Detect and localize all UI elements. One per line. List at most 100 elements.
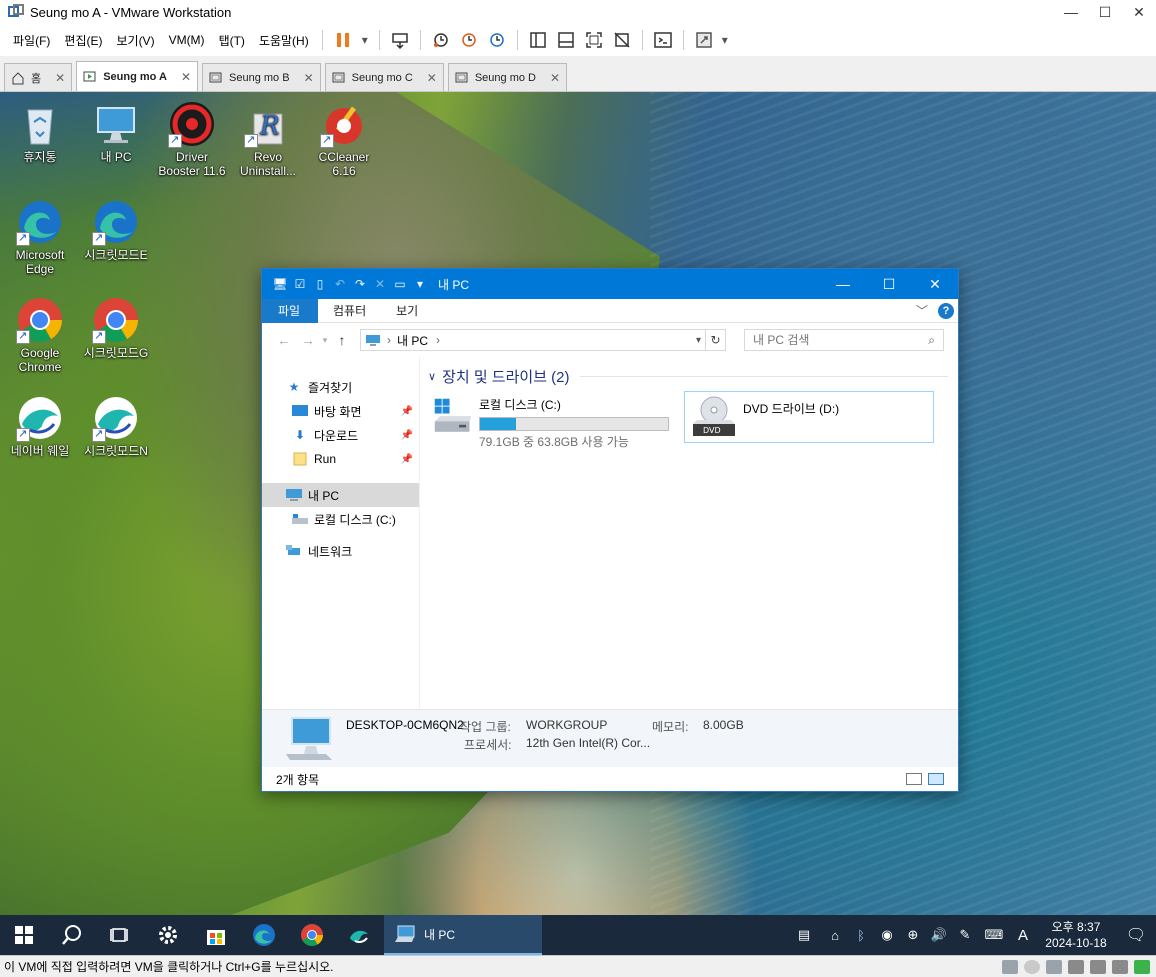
- menu-help[interactable]: 도움말(H): [252, 32, 316, 49]
- delete-icon[interactable]: ✕: [370, 274, 390, 294]
- clock[interactable]: 오후 8:37 2024-10-18: [1036, 919, 1116, 951]
- properties-icon[interactable]: ☑: [290, 274, 310, 294]
- whale-taskbar-button[interactable]: [336, 915, 384, 955]
- close-icon[interactable]: ✕: [427, 71, 437, 85]
- stretch-guest-button[interactable]: [690, 26, 718, 54]
- pin-icon[interactable]: 📌: [401, 430, 413, 441]
- menu-edit[interactable]: 편집(E): [57, 32, 109, 49]
- expand-ribbon-icon[interactable]: ﹀: [916, 302, 928, 319]
- undo-icon[interactable]: ↶: [330, 274, 350, 294]
- minimize-button[interactable]: —: [1054, 0, 1088, 24]
- task-view-button[interactable]: [96, 915, 144, 955]
- close-button[interactable]: ✕: [1122, 0, 1156, 24]
- maximize-button[interactable]: ☐: [1088, 0, 1122, 24]
- hard-disk-icon[interactable]: [1002, 959, 1018, 974]
- fullscreen-button[interactable]: [580, 26, 608, 54]
- nav-downloads[interactable]: ⬇ 다운로드 📌: [262, 423, 419, 447]
- news-widget-icon[interactable]: ▤: [786, 927, 822, 943]
- desktop-icon-this-pc[interactable]: 내 PC: [78, 100, 154, 164]
- menu-tabs[interactable]: 탭(T): [212, 32, 252, 49]
- address-dropdown-icon[interactable]: ▾: [696, 335, 701, 346]
- nav-network[interactable]: 네트워크: [262, 539, 419, 563]
- message-log-icon[interactable]: [1134, 959, 1150, 974]
- back-button[interactable]: ←: [272, 332, 296, 348]
- stretch-dropdown[interactable]: ▾: [718, 26, 732, 54]
- unity-button[interactable]: [608, 26, 636, 54]
- desktop-icon-secret-mode-e[interactable]: 시크릿모드E: [78, 198, 154, 262]
- tab-home[interactable]: 홈 ✕: [4, 63, 73, 91]
- pen-icon[interactable]: ✎: [952, 927, 978, 943]
- customize-quick-access-icon[interactable]: ▾: [410, 274, 430, 294]
- desktop-icon-google-chrome[interactable]: Google Chrome: [2, 296, 78, 374]
- chrome-taskbar-button[interactable]: [288, 915, 336, 955]
- menu-view[interactable]: 보기(V): [109, 32, 161, 49]
- search-button[interactable]: [48, 915, 96, 955]
- recent-locations-dropdown[interactable]: ▾: [320, 335, 330, 346]
- nav-local-disk[interactable]: 로컬 디스크 (C:): [262, 507, 419, 531]
- chevron-down-icon[interactable]: ∨: [428, 370, 436, 383]
- tab-seung-mo-a[interactable]: Seung mo A ✕: [76, 61, 199, 91]
- notification-icon[interactable]: 🗨: [1116, 925, 1156, 945]
- pin-icon[interactable]: 📌: [401, 454, 413, 465]
- start-button[interactable]: [0, 915, 48, 955]
- nav-quick-access[interactable]: ★ 즐겨찾기: [262, 375, 419, 399]
- breadcrumb-separator-icon[interactable]: ›: [436, 333, 440, 347]
- desktop-icon-microsoft-edge[interactable]: Microsoft Edge: [2, 198, 78, 276]
- close-icon[interactable]: ✕: [550, 71, 560, 85]
- ribbon-tab-view[interactable]: 보기: [381, 299, 433, 323]
- menu-vm[interactable]: VM(M): [162, 33, 212, 47]
- desktop-icon-secret-mode-g[interactable]: 시크릿모드G: [78, 296, 154, 360]
- network-globe-icon[interactable]: ⊕: [900, 927, 926, 943]
- store-button[interactable]: [192, 915, 240, 955]
- search-box[interactable]: ⌕: [744, 329, 944, 351]
- file-list-pane[interactable]: ∨ 장치 및 드라이브 (2) 로컬 디스크 (C:) 79.1GB 중 63.…: [420, 357, 958, 709]
- thumbnail-view-button[interactable]: [552, 26, 580, 54]
- usb-icon[interactable]: ⌂: [822, 928, 848, 943]
- snapshot-button[interactable]: [427, 26, 455, 54]
- drive-item-d[interactable]: DVD DVD 드라이브 (D:): [684, 391, 934, 443]
- forward-button[interactable]: →: [296, 332, 320, 348]
- pause-button[interactable]: [329, 26, 357, 54]
- settings-button[interactable]: [144, 915, 192, 955]
- library-view-button[interactable]: [524, 26, 552, 54]
- taskbar-app-this-pc[interactable]: 내 PC: [384, 915, 542, 955]
- refresh-button[interactable]: ↻: [706, 329, 726, 351]
- drive-item-c[interactable]: 로컬 디스크 (C:) 79.1GB 중 63.8GB 사용 가능: [426, 391, 676, 449]
- menu-file[interactable]: 파일(F): [6, 32, 57, 49]
- power-dropdown[interactable]: ▾: [357, 26, 373, 54]
- desktop-icon-recycle-bin[interactable]: 휴지통: [2, 100, 78, 164]
- nav-desktop[interactable]: 바탕 화면 📌: [262, 399, 419, 423]
- send-ctrl-alt-del-button[interactable]: [386, 26, 414, 54]
- desktop-icon-secret-mode-n[interactable]: 시크릿모드N: [78, 394, 154, 458]
- redo-icon[interactable]: ↷: [350, 274, 370, 294]
- tab-seung-mo-c[interactable]: Seung mo C ✕: [324, 63, 444, 91]
- large-icons-view-icon[interactable]: [928, 773, 944, 785]
- close-icon[interactable]: ✕: [304, 71, 314, 85]
- nav-run[interactable]: Run 📌: [262, 447, 419, 471]
- tab-seung-mo-b[interactable]: Seung mo B ✕: [202, 63, 321, 91]
- explorer-maximize-button[interactable]: ☐: [866, 269, 912, 299]
- tab-seung-mo-d[interactable]: Seung mo D ✕: [447, 63, 568, 91]
- explorer-minimize-button[interactable]: —: [820, 269, 866, 299]
- desktop-icon-driver-booster[interactable]: Driver Booster 11.6: [154, 100, 230, 178]
- explorer-title-bar[interactable]: 🖥 ☑ ▯ ↶ ↷ ✕ ▭ ▾ 내 PC — ☐ ✕: [262, 269, 958, 299]
- snapshot-manager-button[interactable]: [483, 26, 511, 54]
- volume-icon[interactable]: 🔊: [926, 927, 952, 943]
- file-explorer-window[interactable]: 🖥 ☑ ▯ ↶ ↷ ✕ ▭ ▾ 내 PC — ☐ ✕ 파일 컴퓨터 보기 ﹀ ?…: [261, 268, 959, 792]
- breadcrumb-this-pc[interactable]: 내 PC: [397, 332, 428, 349]
- ribbon-tab-computer[interactable]: 컴퓨터: [318, 299, 381, 323]
- help-icon[interactable]: ?: [938, 302, 954, 319]
- rename-icon[interactable]: ▭: [390, 274, 410, 294]
- ime-indicator[interactable]: A: [1010, 927, 1036, 944]
- nav-this-pc[interactable]: 내 PC: [262, 483, 419, 507]
- camera-icon[interactable]: ◉: [874, 927, 900, 943]
- usb-device-icon[interactable]: [1068, 959, 1084, 974]
- ribbon-tab-file[interactable]: 파일: [262, 298, 318, 323]
- desktop-icon-naver-whale[interactable]: 네이버 웨일: [2, 394, 78, 458]
- desktop-icon-ccleaner[interactable]: CCleaner 6.16: [306, 100, 382, 178]
- close-icon[interactable]: ✕: [55, 71, 65, 85]
- close-icon[interactable]: ✕: [181, 70, 191, 84]
- desktop-icon-revo-uninstaller[interactable]: R Revo Uninstall...: [230, 100, 306, 178]
- network-adapter-icon[interactable]: [1046, 959, 1062, 974]
- details-view-icon[interactable]: [906, 773, 922, 785]
